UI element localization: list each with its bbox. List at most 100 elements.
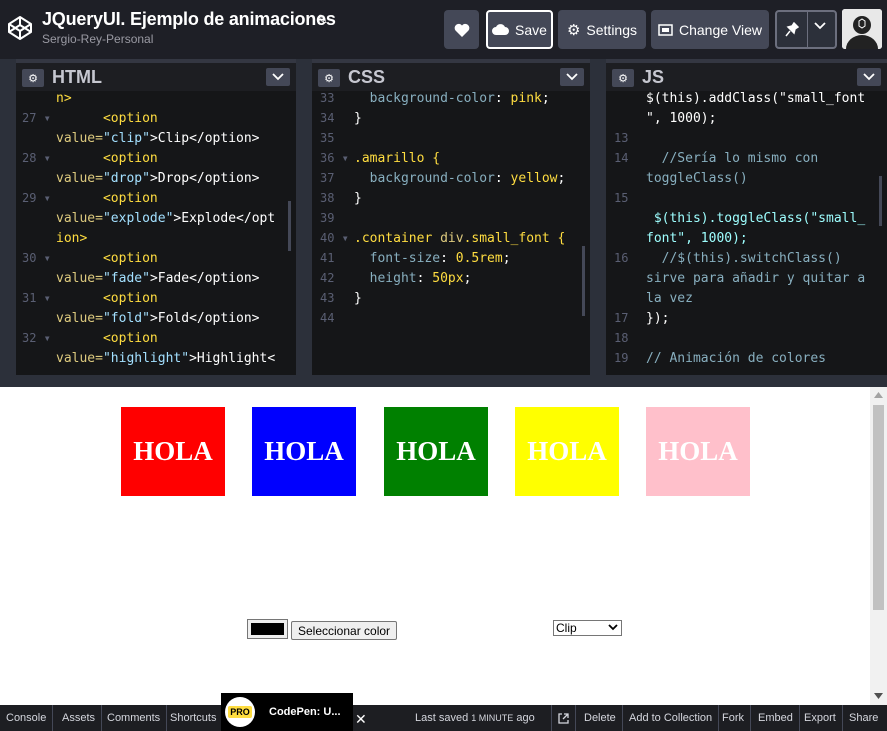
js-editor-title: JS: [642, 67, 665, 87]
change-view-button[interactable]: Change View: [651, 10, 769, 49]
save-label: Save: [515, 21, 547, 38]
promo-banner[interactable]: PRO CodePen: U...: [221, 693, 353, 731]
export-button[interactable]: Export: [798, 705, 843, 731]
line-number: 16: [614, 251, 629, 265]
effect-select[interactable]: Clip: [553, 620, 622, 636]
effect-select-value: Clip: [556, 621, 577, 635]
code-line: n>: [56, 91, 72, 106]
chevron-down-icon[interactable]: [560, 68, 584, 86]
hola-box-blue[interactable]: HOLA: [252, 407, 356, 496]
code-line: }: [354, 111, 362, 126]
code-line: value="fade">Fade</option>: [56, 271, 260, 286]
html-editor-title: HTML: [52, 67, 102, 87]
resize-handle[interactable]: [296, 59, 312, 375]
line-number: 27 ▾: [22, 111, 51, 125]
hola-box-red[interactable]: HOLA: [121, 407, 225, 496]
code-line: .container div.small_font {: [354, 231, 566, 246]
editors-area: ⚙ HTML n> 27 ▾ <option value="clip">Clip…: [0, 59, 887, 375]
chevron-down-icon[interactable]: [266, 68, 290, 86]
line-number: 41: [320, 251, 335, 265]
code-line: value="highlight">Highlight<: [56, 351, 276, 366]
share-button[interactable]: Share: [843, 705, 884, 731]
code-line: background-color: yellow;: [354, 171, 566, 186]
bottom-bar: Console Assets Comments Shortcuts PRO Co…: [0, 693, 887, 731]
gear-icon[interactable]: ⚙: [612, 69, 634, 87]
line-number: 38: [320, 191, 335, 205]
line-number: 39: [320, 211, 335, 225]
code-line: ", 1000);: [646, 111, 717, 126]
code-line: value="clip">Clip</option>: [56, 131, 260, 146]
html-code[interactable]: n> 27 ▾ <option value="clip">Clip</optio…: [16, 91, 296, 375]
code-line: //$(this).switchClass(): [646, 251, 842, 266]
hola-box-green[interactable]: HOLA: [384, 407, 488, 496]
chevron-down-icon[interactable]: [814, 22, 826, 30]
code-line: .amarillo {: [354, 151, 441, 166]
gear-icon[interactable]: ⚙: [22, 69, 44, 87]
select-color-button[interactable]: Seleccionar color: [291, 621, 398, 640]
js-code[interactable]: $(this).addClass("small_font ", 1000); 1…: [606, 91, 887, 375]
code-line: ion>: [56, 231, 88, 246]
scroll-up-icon[interactable]: [874, 392, 883, 398]
save-button[interactable]: Save: [486, 10, 553, 49]
resize-handle[interactable]: [0, 59, 16, 375]
assets-button[interactable]: Assets: [56, 705, 103, 731]
scrollbar[interactable]: [288, 201, 291, 251]
line-number: 42: [320, 271, 335, 285]
console-button[interactable]: Console: [0, 705, 54, 731]
pin-button[interactable]: [775, 10, 837, 49]
embed-button[interactable]: Embed: [752, 705, 800, 731]
code-line: background-color: pink;: [354, 91, 550, 106]
fork-button[interactable]: Fork: [716, 705, 751, 731]
settings-button[interactable]: ⚙ Settings: [558, 10, 646, 49]
code-line: toggleClass(): [646, 171, 748, 186]
line-number: 32 ▾: [22, 331, 51, 345]
avatar[interactable]: [842, 9, 882, 49]
code-line: <option: [56, 191, 158, 206]
hola-box-yellow[interactable]: HOLA: [515, 407, 619, 496]
external-link-button[interactable]: [551, 705, 576, 731]
chevron-down-icon[interactable]: [857, 68, 881, 86]
code-line: }: [354, 191, 362, 206]
color-swatch: [251, 623, 284, 635]
box-text: HOLA: [527, 436, 607, 466]
scrollbar[interactable]: [879, 176, 882, 226]
scrollbar[interactable]: [582, 246, 585, 316]
line-number: 28 ▾: [22, 151, 51, 165]
resize-handle[interactable]: [590, 59, 606, 375]
gear-icon[interactable]: ⚙: [318, 69, 340, 87]
code-line: height: 50px;: [354, 271, 472, 286]
hola-box-pink[interactable]: HOLA: [646, 407, 750, 496]
css-editor-header: ⚙ CSS: [312, 59, 590, 91]
codepen-logo-icon[interactable]: [6, 14, 34, 42]
shortcuts-button[interactable]: Shortcuts: [164, 705, 224, 731]
pen-title[interactable]: JQueryUI. Ejemplo de animaciones: [42, 9, 336, 30]
html-editor-header: ⚙ HTML: [16, 59, 296, 91]
code-line: $(this).addClass("small_font: [646, 91, 866, 106]
css-code[interactable]: 33 background-color: pink; 34 } 35 36 ▾ …: [312, 91, 590, 375]
line-number: 37: [320, 171, 335, 185]
comments-button[interactable]: Comments: [101, 705, 168, 731]
code-line: <option: [56, 291, 158, 306]
code-line: font", 1000);: [646, 231, 748, 246]
scroll-down-icon[interactable]: [874, 693, 883, 699]
line-number: 31 ▾: [22, 291, 51, 305]
delete-button[interactable]: Delete: [578, 705, 623, 731]
preview-scrollbar[interactable]: [870, 387, 887, 705]
add-to-collection-button[interactable]: Add to Collection: [623, 705, 720, 731]
edit-title-icon[interactable]: ✎: [317, 12, 328, 28]
line-number: 33: [320, 91, 335, 105]
close-icon[interactable]: ✕: [355, 711, 367, 728]
code-line: }: [354, 291, 362, 306]
pen-author[interactable]: Sergio-Rey-Personal: [42, 32, 153, 46]
cloud-icon: [492, 24, 510, 35]
line-number: 17: [614, 311, 629, 325]
like-button[interactable]: [444, 10, 479, 49]
code-line: <option: [56, 331, 158, 346]
color-picker-input[interactable]: [247, 619, 288, 639]
chevron-down-icon: [608, 624, 618, 631]
css-editor: ⚙ CSS 33 background-color: pink; 34 } 35…: [312, 59, 590, 375]
scrollbar-thumb[interactable]: [873, 405, 884, 610]
code-line: <option: [56, 151, 158, 166]
js-editor: ⚙ JS $(this).addClass("small_font ", 100…: [606, 59, 887, 375]
resize-bar[interactable]: [0, 375, 887, 387]
